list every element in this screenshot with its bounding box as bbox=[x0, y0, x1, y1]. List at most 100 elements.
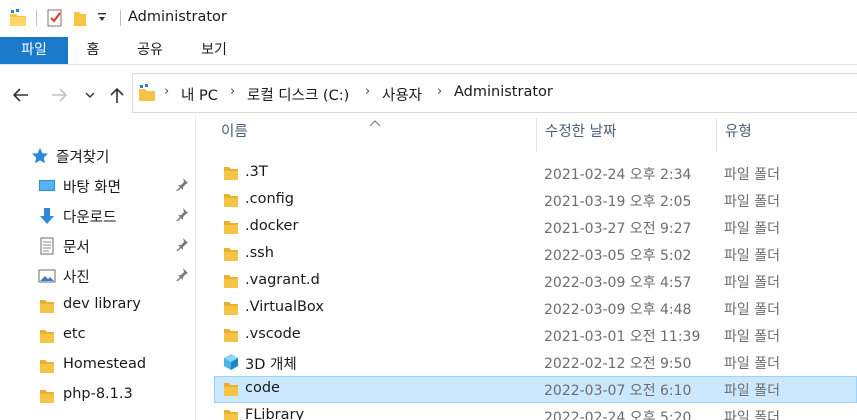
file-type: 파일 폴더 bbox=[724, 167, 780, 183]
up-button[interactable] bbox=[106, 84, 128, 106]
file-date: 2022-03-05 오후 5:02 bbox=[544, 248, 692, 264]
breadcrumb-chevron-icon[interactable]: › bbox=[164, 84, 169, 99]
folder-icon bbox=[222, 218, 240, 240]
nav-homestead[interactable]: Homestead bbox=[38, 353, 196, 379]
column-header-type[interactable]: 유형 bbox=[725, 120, 855, 152]
pin-icon[interactable] bbox=[175, 237, 189, 255]
file-name: .vscode bbox=[245, 326, 301, 342]
file-date: 2022-02-24 오후 5:20 bbox=[544, 410, 692, 420]
folder-icon bbox=[222, 272, 240, 294]
download-icon bbox=[38, 207, 56, 229]
folder-icon bbox=[38, 327, 56, 349]
nav-dev-library[interactable]: dev library bbox=[38, 293, 196, 319]
nav-label: 사진 bbox=[63, 270, 90, 286]
file-date: 2022-03-07 오전 6:10 bbox=[544, 383, 692, 399]
column-header-label: 유형 bbox=[725, 124, 752, 140]
navigation-pane: 즐겨찾기 바탕 화면 다운로드 문서 사진 dev library etc Ho… bbox=[0, 114, 196, 420]
breadcrumb-chevron-icon[interactable]: › bbox=[437, 84, 442, 99]
nav-php-8-1-3[interactable]: php-8.1.3 bbox=[38, 383, 196, 409]
nav-downloads[interactable]: 다운로드 bbox=[38, 203, 196, 229]
tab-share[interactable]: 공유 bbox=[128, 37, 172, 64]
file-type: 파일 폴더 bbox=[724, 383, 780, 399]
recent-locations-button[interactable] bbox=[82, 84, 104, 106]
pin-icon[interactable] bbox=[175, 207, 189, 225]
file-date: 2021-03-01 오전 11:39 bbox=[544, 329, 701, 345]
column-header-name[interactable]: 이름 bbox=[221, 120, 531, 152]
pin-icon[interactable] bbox=[175, 177, 189, 195]
file-type: 파일 폴더 bbox=[724, 410, 780, 420]
file-row-selected[interactable]: code 2022-03-07 오전 6:10 파일 폴더 bbox=[214, 376, 857, 403]
file-name: .docker bbox=[245, 218, 299, 234]
folder-icon bbox=[222, 299, 240, 321]
file-row[interactable]: .VirtualBox 2022-03-09 오후 4:48 파일 폴더 bbox=[214, 295, 857, 322]
nav-label: 즐겨찾기 bbox=[56, 150, 110, 166]
nav-pictures[interactable]: 사진 bbox=[38, 263, 196, 289]
nav-label: php-8.1.3 bbox=[63, 386, 133, 402]
file-type: 파일 폴더 bbox=[724, 221, 780, 237]
nav-documents[interactable]: 문서 bbox=[38, 233, 196, 259]
quick-access-dropdown-icon[interactable] bbox=[96, 11, 108, 27]
tab-home[interactable]: 홈 bbox=[78, 37, 108, 64]
tab-view[interactable]: 보기 bbox=[192, 37, 236, 64]
folder-icon bbox=[222, 380, 240, 402]
file-date: 2021-02-24 오후 2:34 bbox=[544, 167, 692, 183]
nav-etc[interactable]: etc bbox=[38, 323, 196, 349]
file-name: 3D 개체 bbox=[245, 357, 297, 373]
back-button[interactable] bbox=[10, 84, 32, 106]
nav-quick-access[interactable]: 즐겨찾기 bbox=[31, 143, 196, 169]
file-row[interactable]: 3D 개체 2022-02-12 오전 9:50 파일 폴더 bbox=[214, 349, 857, 376]
file-row[interactable]: .ssh 2022-03-05 오후 5:02 파일 폴더 bbox=[214, 241, 857, 268]
folder-icon bbox=[222, 245, 240, 267]
nav-label: Homestead bbox=[63, 356, 147, 372]
folder-icon bbox=[222, 326, 240, 348]
file-type: 파일 폴더 bbox=[724, 248, 780, 264]
file-name: .VirtualBox bbox=[245, 299, 324, 315]
forward-button[interactable] bbox=[48, 84, 70, 106]
file-row[interactable]: .docker 2021-03-27 오전 9:27 파일 폴더 bbox=[214, 214, 857, 241]
folder-icon bbox=[222, 191, 240, 213]
file-name: .config bbox=[245, 191, 294, 207]
folder-icon bbox=[38, 387, 56, 409]
file-type: 파일 폴더 bbox=[724, 302, 780, 318]
nav-label: 바탕 화면 bbox=[63, 180, 121, 196]
file-row[interactable]: .vagrant.d 2022-03-09 오후 4:57 파일 폴더 bbox=[214, 268, 857, 295]
breadcrumb-chevron-icon[interactable]: › bbox=[365, 84, 370, 99]
file-type: 파일 폴더 bbox=[724, 194, 780, 210]
file-name: .3T bbox=[245, 164, 268, 180]
breadcrumb-users[interactable]: 사용자 bbox=[382, 84, 422, 105]
pin-icon[interactable] bbox=[175, 267, 189, 285]
address-bar[interactable]: › 내 PC › 로컬 디스크 (C:) › 사용자 › Administrat… bbox=[132, 73, 857, 113]
breadcrumb-chevron-icon[interactable]: › bbox=[230, 84, 235, 99]
column-header-date[interactable]: 수정한 날짜 bbox=[545, 120, 710, 152]
this-pc-icon bbox=[138, 84, 156, 106]
file-date: 2022-03-09 오후 4:57 bbox=[544, 275, 692, 291]
explorer-app-icon[interactable] bbox=[8, 8, 28, 32]
breadcrumb-administrator[interactable]: Administrator bbox=[454, 84, 553, 100]
file-row[interactable]: .config 2021-03-19 오후 2:05 파일 폴더 bbox=[214, 187, 857, 214]
file-row[interactable]: .vscode 2021-03-01 오전 11:39 파일 폴더 bbox=[214, 322, 857, 349]
folder-icon bbox=[222, 407, 240, 420]
nav-label: 문서 bbox=[63, 240, 90, 256]
breadcrumb-local-disk[interactable]: 로컬 디스크 (C:) bbox=[247, 84, 349, 105]
ribbon-tabs: 파일 홈 공유 보기 bbox=[0, 37, 857, 65]
file-name: FLibrary bbox=[245, 407, 305, 420]
nav-label: etc bbox=[63, 326, 86, 342]
file-date: 2021-03-19 오후 2:05 bbox=[544, 194, 692, 210]
new-folder-icon[interactable] bbox=[72, 8, 88, 32]
star-icon bbox=[31, 147, 49, 169]
title-bar: Administrator bbox=[0, 0, 857, 37]
file-row[interactable]: .3T 2021-02-24 오후 2:34 파일 폴더 bbox=[214, 160, 857, 187]
file-type: 파일 폴더 bbox=[724, 275, 780, 291]
nav-desktop[interactable]: 바탕 화면 bbox=[38, 173, 196, 199]
properties-icon[interactable] bbox=[46, 8, 64, 32]
file-date: 2021-03-27 오전 9:27 bbox=[544, 221, 692, 237]
nav-label: dev library bbox=[63, 296, 141, 312]
folder-icon bbox=[38, 357, 56, 379]
window-title: Administrator bbox=[128, 9, 227, 25]
column-header-label: 이름 bbox=[221, 124, 248, 140]
column-header-label: 수정한 날짜 bbox=[545, 124, 617, 140]
file-row[interactable]: FLibrary 2022-02-24 오후 5:20 파일 폴더 bbox=[214, 403, 857, 420]
tab-file[interactable]: 파일 bbox=[0, 37, 68, 64]
document-icon bbox=[38, 237, 56, 259]
breadcrumb-this-pc[interactable]: 내 PC bbox=[181, 84, 218, 105]
